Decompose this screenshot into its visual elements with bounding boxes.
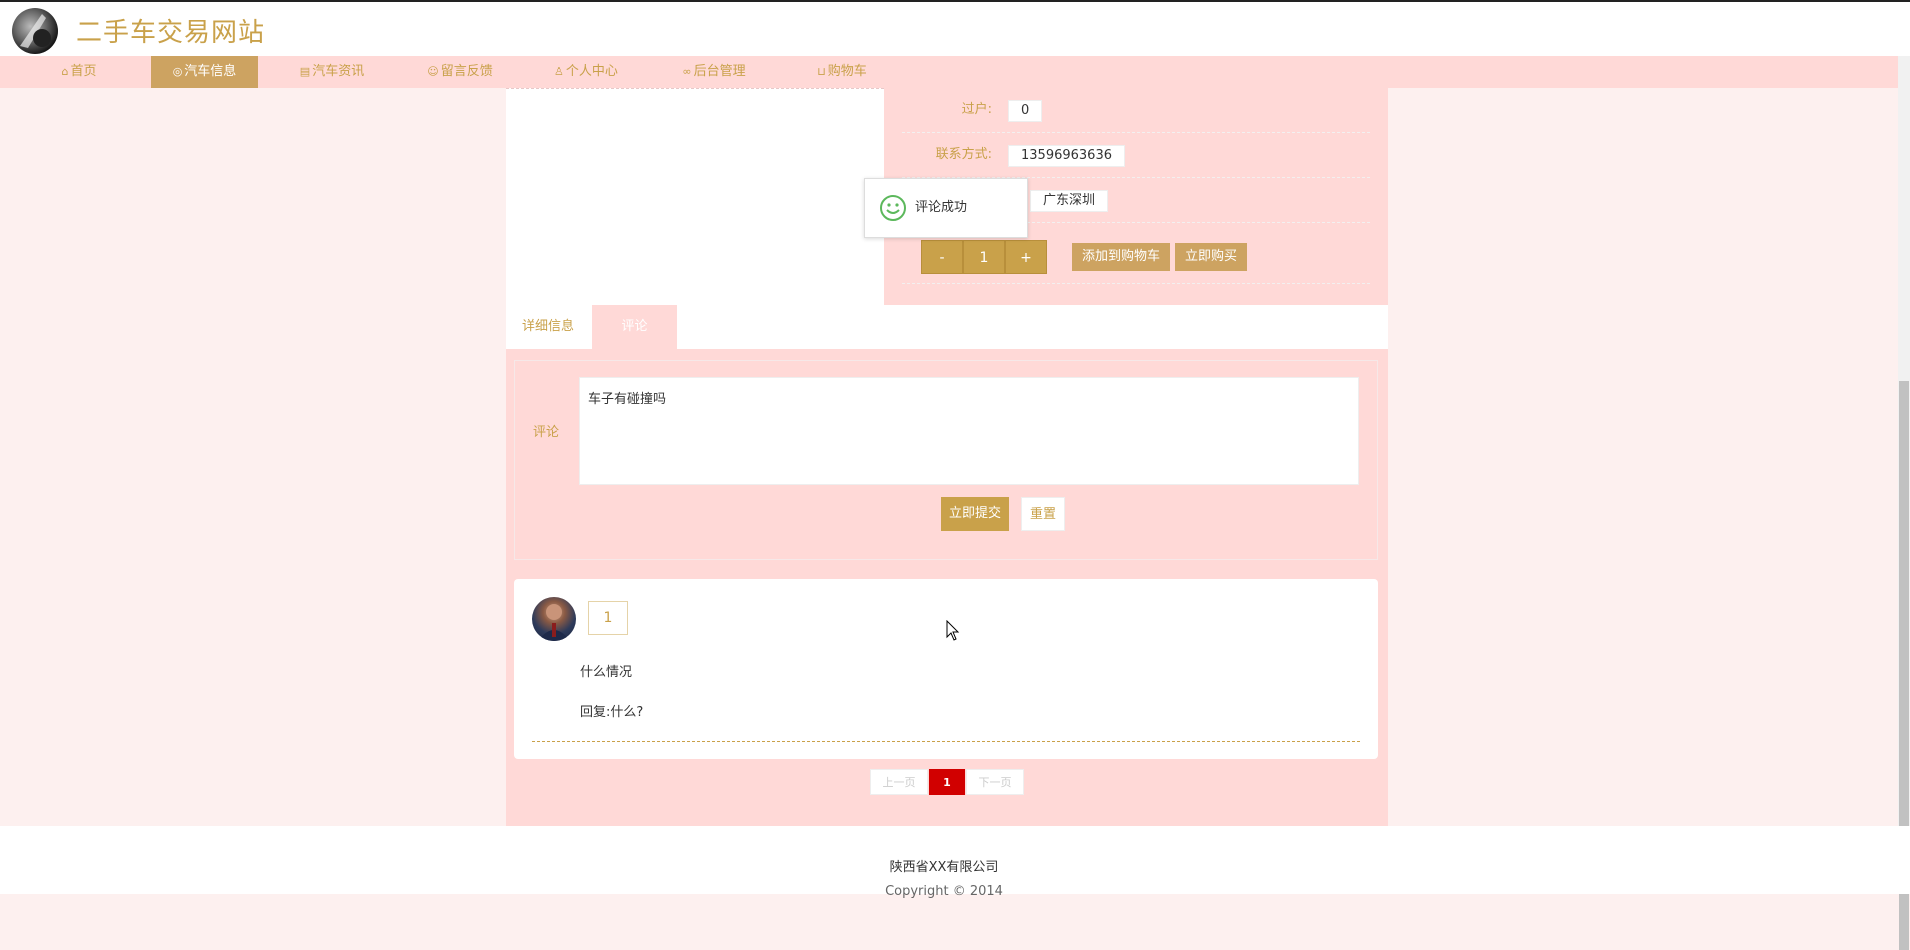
toast-text: 评论成功: [915, 200, 968, 215]
comment-list: 1 什么情况 回复:什么?: [514, 579, 1378, 759]
product-image-area: [506, 88, 884, 306]
nav-item-car-info[interactable]: ◎ 汽车信息: [151, 56, 258, 88]
main-nav: ⌂ 首页 ◎ 汽车信息 ▤ 汽车资讯 ☺ 留言反馈 ♙ 个人中心 ∞ 后台管理 ⊔ 购物车: [0, 56, 1898, 88]
success-toast: 评论成功: [864, 178, 1028, 238]
site-header: 二手车交易网站: [0, 2, 1910, 56]
quantity-plus-button[interactable]: +: [1005, 240, 1047, 274]
nav-item-cart[interactable]: ⊔ 购物车: [792, 56, 892, 88]
footer-company: 陕西省XX有限公司: [889, 860, 999, 875]
link-icon: ∞: [682, 65, 692, 78]
comment-divider: [532, 741, 1360, 742]
comment-form: 评论 立即提交 重置: [514, 360, 1378, 560]
pagination-current-page[interactable]: 1: [929, 769, 965, 795]
cart-icon: ⊔: [817, 65, 826, 78]
comment-label: 评论: [533, 425, 560, 440]
info-label: 过户:: [961, 102, 992, 117]
nav-item-profile[interactable]: ♙ 个人中心: [536, 56, 636, 88]
add-to-cart-button[interactable]: 添加到购物车: [1072, 243, 1171, 271]
site-footer: 陕西省XX有限公司 Copyright © 2014: [0, 826, 1910, 899]
submit-comment-button[interactable]: 立即提交: [941, 497, 1009, 531]
info-value: 广东深圳: [1030, 190, 1109, 212]
nav-item-car-news[interactable]: ▤ 汽车资讯: [282, 56, 382, 88]
info-row-transfer: 过户: 0: [902, 88, 1370, 133]
target-icon: ◎: [172, 65, 183, 78]
comment-textarea[interactable]: [579, 377, 1359, 485]
footer-copyright: Copyright © 2014: [885, 884, 1003, 899]
comment-text: 什么情况: [580, 665, 633, 680]
nav-item-feedback[interactable]: ☺ 留言反馈: [410, 56, 510, 88]
quantity-value[interactable]: 1: [963, 240, 1005, 274]
buy-now-button[interactable]: 立即购买: [1175, 243, 1248, 271]
avatar: [532, 597, 576, 641]
quantity-minus-button[interactable]: -: [921, 240, 963, 274]
nav-item-admin[interactable]: ∞ 后台管理: [664, 56, 764, 88]
info-row-contact: 联系方式: 13596963636: [902, 133, 1370, 178]
site-title[interactable]: 二手车交易网站: [76, 12, 265, 49]
info-value: 0: [1008, 100, 1043, 122]
nav-item-home[interactable]: ⌂ 首页: [38, 56, 120, 88]
pagination-prev[interactable]: 上一页: [870, 769, 928, 795]
user-icon: ♙: [554, 65, 564, 78]
smile-icon: ☺: [427, 65, 439, 78]
site-logo[interactable]: [12, 8, 58, 54]
pagination-next[interactable]: 下一页: [966, 769, 1024, 795]
detail-tabs: 详细信息 评论: [506, 305, 1388, 349]
page-scrollbar[interactable]: [1898, 56, 1910, 950]
comment-reply: 回复:什么?: [580, 705, 644, 720]
info-label: 联系方式:: [935, 147, 992, 162]
tab-details[interactable]: 详细信息: [506, 305, 590, 349]
info-value: 13596963636: [1008, 145, 1125, 167]
comment-user-name: 1: [588, 601, 628, 635]
mouse-cursor-icon: [946, 620, 960, 641]
home-icon: ⌂: [61, 65, 69, 78]
reset-button[interactable]: 重置: [1021, 497, 1065, 531]
smile-face-icon: [880, 195, 906, 221]
news-icon: ▤: [299, 65, 311, 78]
tab-comments[interactable]: 评论: [592, 305, 677, 349]
